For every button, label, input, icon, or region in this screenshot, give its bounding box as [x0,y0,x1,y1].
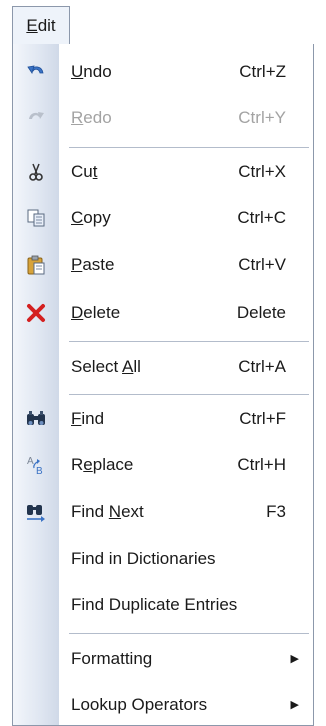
menu-bar: Edit [0,0,326,46]
menu-item-label: Replace [71,455,134,474]
menu-item-label: Cut [71,162,98,181]
menu-item-label: Lookup Operators [71,695,208,714]
menu-item-find-in-dictionaries[interactable]: Find in Dictionaries [13,541,313,577]
redo-icon [13,100,59,136]
menu-item-label: Find in Dictionaries [71,549,216,568]
menu-item-label: Delete [71,303,121,322]
menu-item-shortcut: Delete [236,303,286,322]
menu-item-copy[interactable]: Copy Ctrl+C [13,200,313,236]
menu-item-redo[interactable]: Redo Ctrl+Y [13,100,313,136]
edit-menu-title[interactable]: Edit [12,6,70,46]
binoculars-icon [13,401,59,437]
menu-item-label: Undo [71,62,112,81]
menu-item-replace[interactable]: A B Replace Ctrl+H [13,447,313,483]
menu-item-shortcut: Ctrl+X [238,162,286,181]
menu-item-formatting[interactable]: Formatting ▶ [13,641,313,677]
menu-item-find-next[interactable]: Find Next F3 [13,494,313,530]
menu-item-label: Find [71,409,105,428]
menu-item-label: Redo [71,108,112,127]
menu-item-cut[interactable]: Cut Ctrl+X [13,154,313,190]
menu-item-shortcut: Ctrl+Z [239,62,286,81]
menu-item-shortcut: Ctrl+Y [238,108,286,127]
menu-item-find-duplicate-entries[interactable]: Find Duplicate Entries [13,587,313,623]
submenu-arrow-icon: ▶ [290,653,299,665]
menu-item-lookup-operators[interactable]: Lookup Operators ▶ [13,687,313,723]
menu-item-label: Select All [71,357,141,376]
find-next-icon [13,494,59,530]
menu-item-paste[interactable]: Paste Ctrl+V [13,247,313,283]
menu-item-shortcut: Ctrl+A [238,357,286,376]
menu-item-label: Paste [71,255,115,274]
svg-text:B: B [36,466,43,476]
menu-separator [69,633,309,634]
replace-ab-icon: A B [13,447,59,483]
submenu-arrow-icon: ▶ [290,699,299,711]
clipboard-icon [13,247,59,283]
menu-item-select-all[interactable]: Select All Ctrl+A [13,349,313,385]
menu-separator [69,394,309,395]
menu-item-label: Find Next [71,502,144,521]
menu-item-find[interactable]: Find Ctrl+F [13,401,313,437]
svg-text:A: A [27,456,34,467]
menu-item-shortcut: Ctrl+H [237,455,286,474]
menu-separator [69,341,309,342]
menu-item-undo[interactable]: Undo Ctrl+Z [13,54,313,90]
edit-dropdown-menu: Undo Ctrl+Z Redo Ctrl+Y Cut Ctrl+X Copy … [12,44,314,726]
delete-x-icon [13,295,59,331]
menu-item-shortcut: Ctrl+V [238,255,286,274]
menu-item-label: Formatting [71,649,153,668]
menu-separator [69,147,309,148]
menu-item-shortcut: Ctrl+C [237,208,286,227]
scissors-icon [13,154,59,190]
menu-item-delete[interactable]: Delete Delete [13,295,313,331]
menu-item-label: Copy [71,208,111,227]
menu-item-shortcut: F3 [266,502,286,521]
edit-menu-title-label: Edit [26,16,56,35]
copy-icon [13,200,59,236]
undo-icon [13,54,59,90]
menu-item-shortcut: Ctrl+F [239,409,286,428]
menu-item-label: Find Duplicate Entries [71,595,238,614]
